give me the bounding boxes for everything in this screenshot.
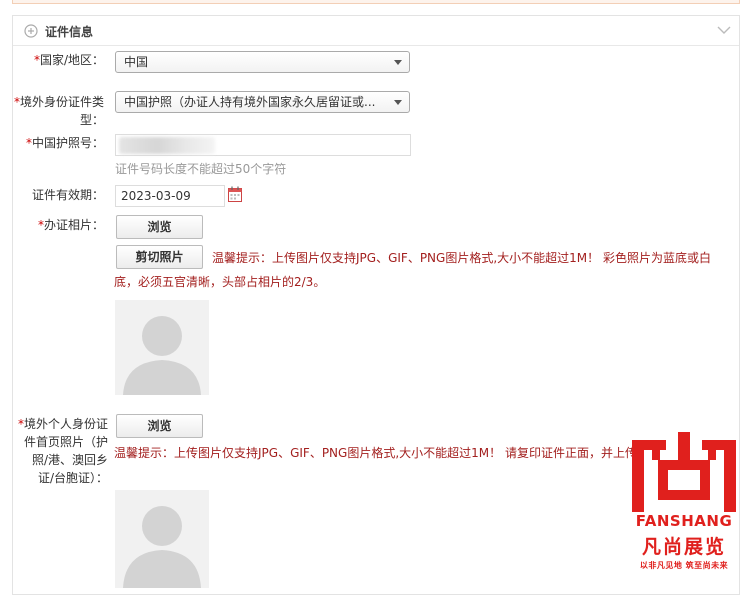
passport-number-input[interactable] — [115, 134, 411, 156]
expand-plus-icon[interactable] — [24, 24, 38, 38]
chevron-down-icon[interactable] — [717, 24, 731, 36]
id-type-select[interactable]: 中国护照（办证人持有境外国家永久居留证或... — [115, 91, 410, 113]
dropdown-arrow-icon — [394, 60, 402, 65]
photo-upload-hint-line1: 温馨提示：上传图片仅支持JPG、GIF、PNG图片格式,大小不能超过1M！ 彩色… — [212, 251, 711, 265]
fanshang-watermark-logo: FANSHANG 凡尚展览 以非凡见地 筑至尚未来 — [632, 432, 736, 578]
photo-label: *办证相片： — [37, 218, 104, 232]
brand-name: FANSHANG — [635, 512, 733, 530]
calendar-icon[interactable] — [228, 186, 242, 202]
photo-placeholder — [115, 300, 209, 395]
brand-name-cn: 凡尚展览 — [641, 536, 726, 558]
passport-number-label: *中国护照号： — [25, 136, 104, 150]
validity-date-input[interactable]: 2023-03-09 — [115, 185, 225, 207]
overseas-doc-photo-placeholder — [115, 490, 209, 588]
avatar-placeholder-icon — [123, 506, 201, 588]
id-type-label: *境外身份证件类 型： — [14, 95, 105, 127]
validity-label: 证件有效期： — [31, 188, 104, 202]
panel-header[interactable]: 证件信息 — [13, 16, 739, 46]
fanshang-emblem-icon — [632, 432, 736, 512]
brand-slogan: 以非凡见地 筑至尚未来 — [639, 561, 729, 570]
country-label: *国家/地区： — [33, 53, 104, 67]
photo-upload-hint-line2: 底，必须五官清晰，头部占相片的2/3。 — [114, 275, 326, 289]
overseas-doc-browse-button[interactable]: 浏览 — [116, 414, 203, 438]
passport-length-hint: 证件号码长度不能超过50个字符 — [115, 162, 287, 176]
crop-photo-button[interactable]: 剪切照片 — [116, 245, 203, 269]
redacted-value — [119, 137, 215, 154]
dropdown-arrow-icon — [394, 100, 402, 105]
overseas-doc-upload-hint: 温馨提示：上传图片仅支持JPG、GIF、PNG图片格式,大小不能超过1M！ 请复… — [114, 446, 632, 460]
top-alert-strip — [12, 0, 740, 4]
avatar-placeholder-icon — [123, 316, 201, 395]
panel-title: 证件信息 — [45, 25, 94, 39]
overseas-doc-label: *境外个人身份证 件首页照片（护 照/港、澳回乡 证/台胞证）： — [17, 417, 108, 485]
photo-browse-button[interactable]: 浏览 — [116, 215, 203, 239]
country-select[interactable]: 中国 — [115, 51, 410, 73]
